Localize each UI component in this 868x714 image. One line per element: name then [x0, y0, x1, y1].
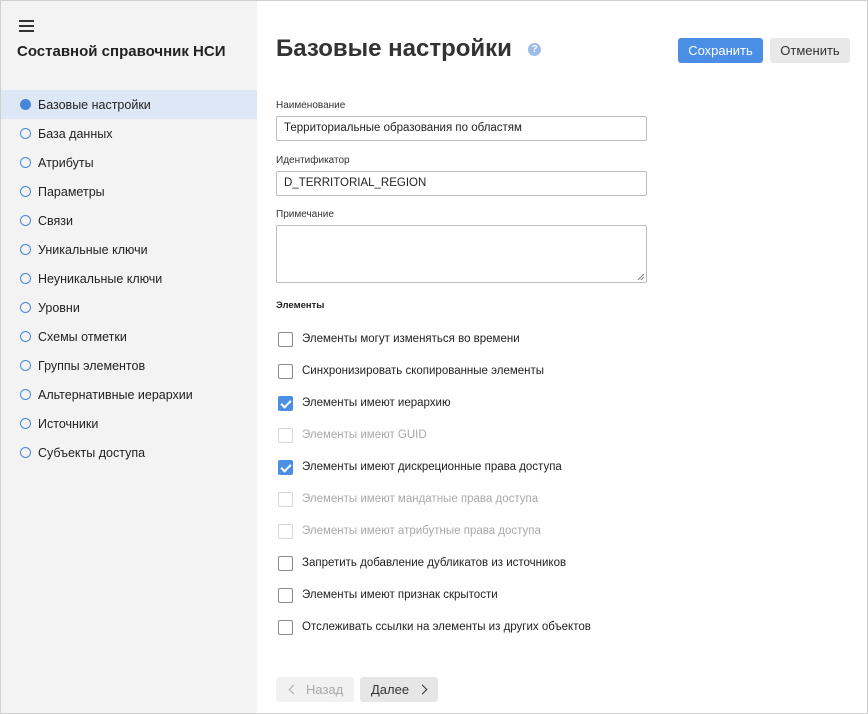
- radio-icon: [20, 215, 31, 226]
- main-content: Базовые настройки ? Сохранить Отменить Н…: [257, 1, 867, 713]
- checkbox[interactable]: [278, 363, 293, 379]
- checkbox[interactable]: [278, 619, 293, 635]
- back-button-label: Назад: [306, 682, 344, 697]
- next-button-label: Далее: [371, 682, 410, 697]
- option-sync-copied[interactable]: Синхронизировать скопированные элементы: [278, 363, 544, 379]
- next-button[interactable]: Далее: [360, 677, 438, 702]
- sidebar-item-label: Альтернативные иерархии: [38, 387, 193, 402]
- checkbox-disabled: [278, 523, 293, 539]
- checkbox-disabled: [278, 491, 293, 507]
- name-field[interactable]: Территориальные образования по областям: [276, 116, 647, 141]
- option-time-variant[interactable]: Элементы могут изменяться во времени: [278, 331, 520, 347]
- option-guid: Элементы имеют GUID: [278, 427, 427, 443]
- checkbox-checked[interactable]: [278, 395, 293, 411]
- sidebar-item-levels[interactable]: Уровни: [1, 293, 257, 322]
- option-track-references[interactable]: Отслеживать ссылки на элементы из других…: [278, 619, 591, 635]
- option-label: Элементы имеют атрибутные права доступа: [302, 525, 541, 537]
- checkbox-disabled: [278, 427, 293, 443]
- sidebar-item-label: Базовые настройки: [38, 97, 151, 112]
- chevron-right-icon: [417, 684, 428, 695]
- page-title: Базовые настройки: [276, 35, 512, 62]
- sidebar-item-label: Схемы отметки: [38, 329, 127, 344]
- option-label: Элементы имеют иерархию: [302, 397, 451, 409]
- sidebar-item-links[interactable]: Связи: [1, 206, 257, 235]
- sidebar-item-non-unique-keys[interactable]: Неуникальные ключи: [1, 264, 257, 293]
- radio-icon: [20, 244, 31, 255]
- name-label: Наименование: [276, 100, 346, 111]
- radio-icon: [20, 447, 31, 458]
- id-field[interactable]: D_TERRITORIAL_REGION: [276, 171, 647, 196]
- option-label: Элементы имеют GUID: [302, 429, 427, 441]
- menu-icon[interactable]: [19, 20, 34, 32]
- sidebar-item-element-groups[interactable]: Группы элементов: [1, 351, 257, 380]
- checkbox[interactable]: [278, 555, 293, 571]
- note-label: Примечание: [276, 209, 334, 220]
- option-hidden-flag[interactable]: Элементы имеют признак скрытости: [278, 587, 498, 603]
- chevron-left-icon: [288, 684, 299, 695]
- id-label: Идентификатор: [276, 155, 350, 166]
- option-label: Элементы имеют дискреционные права досту…: [302, 461, 562, 473]
- sidebar-item-access-subjects[interactable]: Субъекты доступа: [1, 438, 257, 467]
- radio-icon: [20, 360, 31, 371]
- sidebar-item-database[interactable]: База данных: [1, 119, 257, 148]
- sidebar-item-label: Источники: [38, 416, 99, 431]
- sidebar-item-label: Субъекты доступа: [38, 445, 146, 460]
- option-mandatory-access: Элементы имеют мандатные права доступа: [278, 491, 538, 507]
- option-label: Элементы имеют признак скрытости: [302, 589, 498, 601]
- radio-icon: [20, 186, 31, 197]
- sidebar-item-label: База данных: [38, 126, 113, 141]
- sidebar-item-label: Атрибуты: [38, 155, 94, 170]
- option-attribute-access: Элементы имеют атрибутные права доступа: [278, 523, 541, 539]
- cancel-button[interactable]: Отменить: [770, 38, 850, 63]
- radio-icon: [20, 418, 31, 429]
- sidebar-item-label: Уникальные ключи: [38, 242, 148, 257]
- back-button: Назад: [276, 677, 354, 702]
- option-label: Синхронизировать скопированные элементы: [302, 365, 545, 377]
- sidebar-item-label: Неуникальные ключи: [38, 271, 163, 286]
- option-discretionary-access[interactable]: Элементы имеют дискреционные права досту…: [278, 459, 562, 475]
- sidebar-item-mark-schemes[interactable]: Схемы отметки: [1, 322, 257, 351]
- option-label: Запретить добавление дубликатов из источ…: [302, 557, 567, 569]
- sidebar-item-basic-settings[interactable]: Базовые настройки: [1, 90, 257, 119]
- save-button[interactable]: Сохранить: [678, 38, 763, 63]
- sidebar-item-unique-keys[interactable]: Уникальные ключи: [1, 235, 257, 264]
- sidebar-item-label: Связи: [38, 213, 74, 228]
- sidebar-item-label: Уровни: [38, 300, 80, 315]
- checkbox[interactable]: [278, 587, 293, 603]
- sidebar-nav: Базовые настройки База данных Атрибуты П…: [1, 90, 257, 467]
- app-window: Составной справочник НСИ Базовые настрой…: [0, 0, 868, 714]
- radio-icon: [20, 302, 31, 313]
- radio-icon: [20, 128, 31, 139]
- app-title: Составной справочник НСИ: [17, 43, 226, 60]
- option-no-duplicates[interactable]: Запретить добавление дубликатов из источ…: [278, 555, 566, 571]
- radio-selected-icon: [20, 99, 31, 110]
- sidebar-item-attributes[interactable]: Атрибуты: [1, 148, 257, 177]
- note-textarea[interactable]: [276, 225, 647, 283]
- option-label: Элементы могут изменяться во времени: [302, 333, 520, 345]
- radio-icon: [20, 157, 31, 168]
- radio-icon: [20, 273, 31, 284]
- help-icon[interactable]: ?: [528, 43, 541, 56]
- sidebar: Составной справочник НСИ Базовые настрой…: [1, 1, 257, 713]
- radio-icon: [20, 389, 31, 400]
- sidebar-item-alt-hierarchies[interactable]: Альтернативные иерархии: [1, 380, 257, 409]
- checkbox[interactable]: [278, 331, 293, 347]
- option-hierarchy[interactable]: Элементы имеют иерархию: [278, 395, 451, 411]
- sidebar-item-label: Параметры: [38, 184, 105, 199]
- radio-icon: [20, 331, 31, 342]
- sidebar-item-sources[interactable]: Источники: [1, 409, 257, 438]
- sidebar-item-parameters[interactable]: Параметры: [1, 177, 257, 206]
- checkbox-checked[interactable]: [278, 459, 293, 475]
- elements-section-title: Элементы: [276, 300, 325, 311]
- resize-handle-icon[interactable]: [638, 274, 644, 280]
- sidebar-item-label: Группы элементов: [38, 358, 146, 373]
- option-label: Отслеживать ссылки на элементы из других…: [302, 621, 591, 633]
- option-label: Элементы имеют мандатные права доступа: [302, 493, 539, 505]
